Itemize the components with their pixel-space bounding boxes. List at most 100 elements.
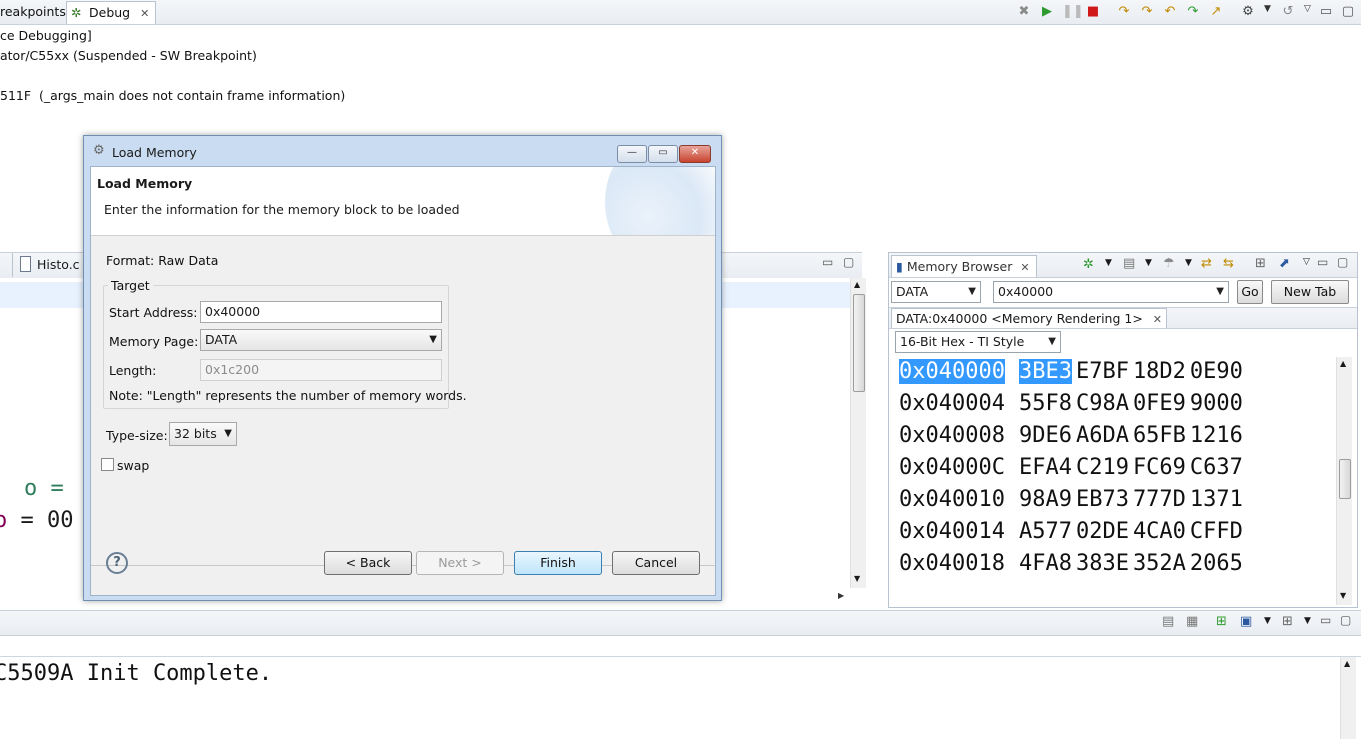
cancel-button[interactable]: Cancel <box>612 551 700 575</box>
assembly-step-over-icon[interactable]: ↗ <box>1208 4 1224 20</box>
memory-word[interactable]: 1216 <box>1190 423 1243 448</box>
start-address-input[interactable]: 0x40000 <box>200 301 442 323</box>
memory-address[interactable]: 0x040014 <box>899 519 1005 544</box>
suspend-icon[interactable]: ❚❚ <box>1062 4 1084 20</box>
minimize-button[interactable]: — <box>617 145 647 163</box>
minimize-icon[interactable]: ▭ <box>1318 4 1334 20</box>
maximize-button[interactable]: ▭ <box>648 145 678 163</box>
pin-console-icon[interactable]: ⊞ <box>1216 614 1227 629</box>
close-icon[interactable]: ✕ <box>1020 261 1029 274</box>
tab-memory-browser[interactable]: ▮ Memory Browser ✕ <box>891 255 1037 277</box>
terminate-icon[interactable]: ■ <box>1085 4 1101 20</box>
memory-word[interactable]: 0FE9 <box>1133 391 1186 416</box>
memory-word[interactable]: C98A <box>1076 391 1129 416</box>
type-size-select[interactable]: 32 bits ▼ <box>169 422 237 446</box>
scrollbar-thumb[interactable] <box>853 294 865 392</box>
view-menu-icon[interactable]: ▽ <box>1303 257 1310 267</box>
chevron-down-icon[interactable]: ▼ <box>1264 4 1271 14</box>
sync-icon[interactable]: ⇆ <box>1223 256 1234 271</box>
memory-word[interactable]: C637 <box>1190 455 1243 480</box>
step-into-icon[interactable]: ↷ <box>1116 4 1132 20</box>
scroll-up-icon[interactable]: ▲ <box>1344 659 1350 668</box>
tab-histo-c[interactable]: Histo.c <box>37 257 80 272</box>
memory-page-select[interactable]: DATA ▼ <box>200 329 442 351</box>
memory-word[interactable]: 9DE6 <box>1019 423 1072 448</box>
memory-word[interactable]: 383E <box>1076 551 1129 576</box>
address-input[interactable]: 0x40000 ▼ <box>993 281 1229 303</box>
memory-word[interactable]: 352A <box>1133 551 1186 576</box>
open-console-icon[interactable]: ⊞ <box>1282 614 1293 629</box>
console-scrollbar[interactable]: ▲ <box>1340 657 1356 739</box>
memory-word[interactable]: 18D2 <box>1133 359 1186 384</box>
memory-address[interactable]: 0x040008 <box>899 423 1005 448</box>
pin-icon[interactable]: ⊞ <box>1255 256 1266 271</box>
refresh-icon[interactable]: ✲ <box>1083 257 1094 272</box>
memory-word[interactable]: 2065 <box>1190 551 1243 576</box>
tab-memory-rendering[interactable]: DATA:0x40000 <Memory Rendering 1> ✕ <box>891 308 1167 328</box>
length-input[interactable]: 0x1c200 <box>200 359 442 381</box>
memory-address[interactable]: 0x040004 <box>899 391 1005 416</box>
step-over-icon[interactable]: ↷ <box>1139 4 1155 20</box>
scroll-down-icon[interactable]: ▼ <box>854 574 860 583</box>
display-console-icon[interactable]: ▣ <box>1240 614 1252 629</box>
chevron-down-icon[interactable]: ▼ <box>1105 258 1112 268</box>
step-return-icon[interactable]: ↶ <box>1162 4 1178 20</box>
scroll-down-icon[interactable]: ▼ <box>1340 591 1346 600</box>
maximize-icon[interactable]: ▢ <box>1337 255 1348 269</box>
memory-word[interactable]: 9000 <box>1190 391 1243 416</box>
link-icon[interactable]: ⇄ <box>1201 256 1212 271</box>
memory-word[interactable]: 02DE <box>1076 519 1129 544</box>
chevron-down-icon[interactable]: ▼ <box>1145 258 1152 268</box>
maximize-icon[interactable]: ▢ <box>1340 613 1351 627</box>
close-icon[interactable]: ✕ <box>1153 313 1162 326</box>
minimize-icon[interactable]: ▭ <box>822 255 833 269</box>
new-view-icon[interactable]: ⬈ <box>1279 256 1290 271</box>
fill-memory-icon[interactable]: ☂ <box>1163 256 1175 271</box>
finish-button[interactable]: Finish <box>514 551 602 575</box>
memory-word[interactable]: 777D <box>1133 487 1186 512</box>
editor-scrollbar[interactable]: ▲ ▼ <box>850 278 866 588</box>
memory-word[interactable]: 1371 <box>1190 487 1243 512</box>
back-button[interactable]: < Back <box>324 551 412 575</box>
assembly-step-icon[interactable]: ↷ <box>1185 4 1201 20</box>
restart-icon[interactable]: ↺ <box>1280 4 1296 20</box>
scroll-lock-icon[interactable]: ▦ <box>1186 614 1198 629</box>
new-tab-button[interactable]: New Tab <box>1271 280 1349 304</box>
console-output[interactable]: C5509A Init Complete. ▲ <box>0 656 1361 739</box>
minimize-icon[interactable]: ▭ <box>1320 613 1331 627</box>
clear-console-icon[interactable]: ▤ <box>1162 614 1174 629</box>
dialog-titlebar[interactable]: ⚙ Load Memory — ▭ ✕ <box>84 136 721 166</box>
chevron-down-icon[interactable]: ▼ <box>1185 258 1192 268</box>
memory-word[interactable]: 65FB <box>1133 423 1186 448</box>
memory-word[interactable]: 4FA8 <box>1019 551 1072 576</box>
tab-breakpoints[interactable]: reakpoints <box>0 1 72 23</box>
remove-terminated-icon[interactable]: ✖ <box>1016 4 1032 20</box>
memory-word[interactable]: 4CA0 <box>1133 519 1186 544</box>
debug-tree-line[interactable]: 511F (_args_main does not contain frame … <box>0 88 345 103</box>
memory-word[interactable]: C219 <box>1076 455 1129 480</box>
scroll-up-icon[interactable]: ▲ <box>1340 359 1346 368</box>
memory-word[interactable]: 3BE3 <box>1018 359 1072 384</box>
chevron-down-icon[interactable]: ▼ <box>1304 616 1311 626</box>
go-button[interactable]: Go <box>1237 280 1263 304</box>
maximize-icon[interactable]: ▢ <box>1340 4 1356 20</box>
chevron-down-icon[interactable]: ▼ <box>1264 616 1271 626</box>
debug-tree-line[interactable]: ce Debugging] <box>0 28 92 43</box>
memory-address[interactable]: 0x040010 <box>899 487 1005 512</box>
memory-word[interactable]: 98A9 <box>1019 487 1072 512</box>
debug-tree-line[interactable]: ator/C55xx (Suspended - SW Breakpoint) <box>0 48 257 63</box>
scroll-up-icon[interactable]: ▲ <box>854 280 860 289</box>
format-select[interactable]: 16-Bit Hex - TI Style ▼ <box>895 331 1061 353</box>
help-icon[interactable]: ? <box>106 552 128 574</box>
memory-word[interactable]: A577 <box>1019 519 1072 544</box>
memory-word[interactable]: EFA4 <box>1019 455 1072 480</box>
memory-word[interactable]: FC69 <box>1133 455 1186 480</box>
memory-address[interactable]: 0x040000 <box>899 359 1005 384</box>
tab-debug[interactable]: ✲ Debug ✕ <box>66 1 157 24</box>
scrollbar-thumb[interactable] <box>1339 459 1351 499</box>
resume-icon[interactable]: ▶ <box>1039 4 1055 20</box>
memory-page-select[interactable]: DATA ▼ <box>891 281 981 303</box>
save-memory-icon[interactable]: ▤ <box>1123 256 1135 271</box>
memory-address[interactable]: 0x04000C <box>899 455 1005 480</box>
minimize-icon[interactable]: ▭ <box>1317 255 1328 269</box>
